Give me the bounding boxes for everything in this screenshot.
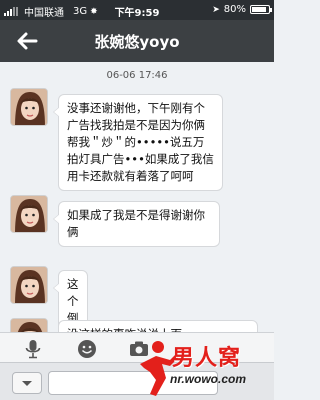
location-icon: ➤ bbox=[212, 4, 220, 15]
nav-bar: 张婉悠yoyo bbox=[0, 20, 274, 62]
status-bar: 中国联通 3G ✸ 下午9:59 ➤ 80% bbox=[0, 0, 274, 20]
chevron-down-icon bbox=[22, 381, 32, 386]
message-bubble[interactable]: 如果成了我是不是得谢谢你俩 bbox=[53, 201, 220, 247]
message-bubble[interactable]: 没事还谢谢他，下午刚有个广告找我拍是不是因为你俩帮我＂炒＂的•••••说五万拍灯… bbox=[53, 94, 223, 191]
avatar[interactable] bbox=[10, 88, 48, 126]
message-timestamp: 06-06 17:46 bbox=[106, 70, 168, 81]
avatar[interactable] bbox=[10, 266, 48, 304]
avatar[interactable] bbox=[10, 195, 48, 233]
microphone-icon[interactable] bbox=[22, 338, 44, 360]
avatar[interactable] bbox=[10, 318, 48, 332]
watermark-text: 男人窝 bbox=[172, 346, 242, 371]
expand-button[interactable] bbox=[12, 372, 42, 394]
emoji-icon[interactable] bbox=[76, 338, 98, 360]
chat-area[interactable]: 06-06 17:46 没事还谢谢他，下午刚有个广告找我拍是不是因为你俩帮我＂炒… bbox=[0, 62, 274, 332]
watermark-url: nr.wowo.com bbox=[170, 372, 247, 386]
battery-icon bbox=[250, 5, 272, 14]
chat-title: 张婉悠yoyo bbox=[94, 33, 180, 51]
message-bubble[interactable]: 没这样的事咋说说上面 bbox=[58, 320, 258, 332]
status-right: ➤ 80% bbox=[212, 4, 272, 15]
watermark-logo: 男人窝 nr.wowo.com bbox=[136, 338, 272, 400]
battery-percent: 80% bbox=[223, 4, 246, 15]
